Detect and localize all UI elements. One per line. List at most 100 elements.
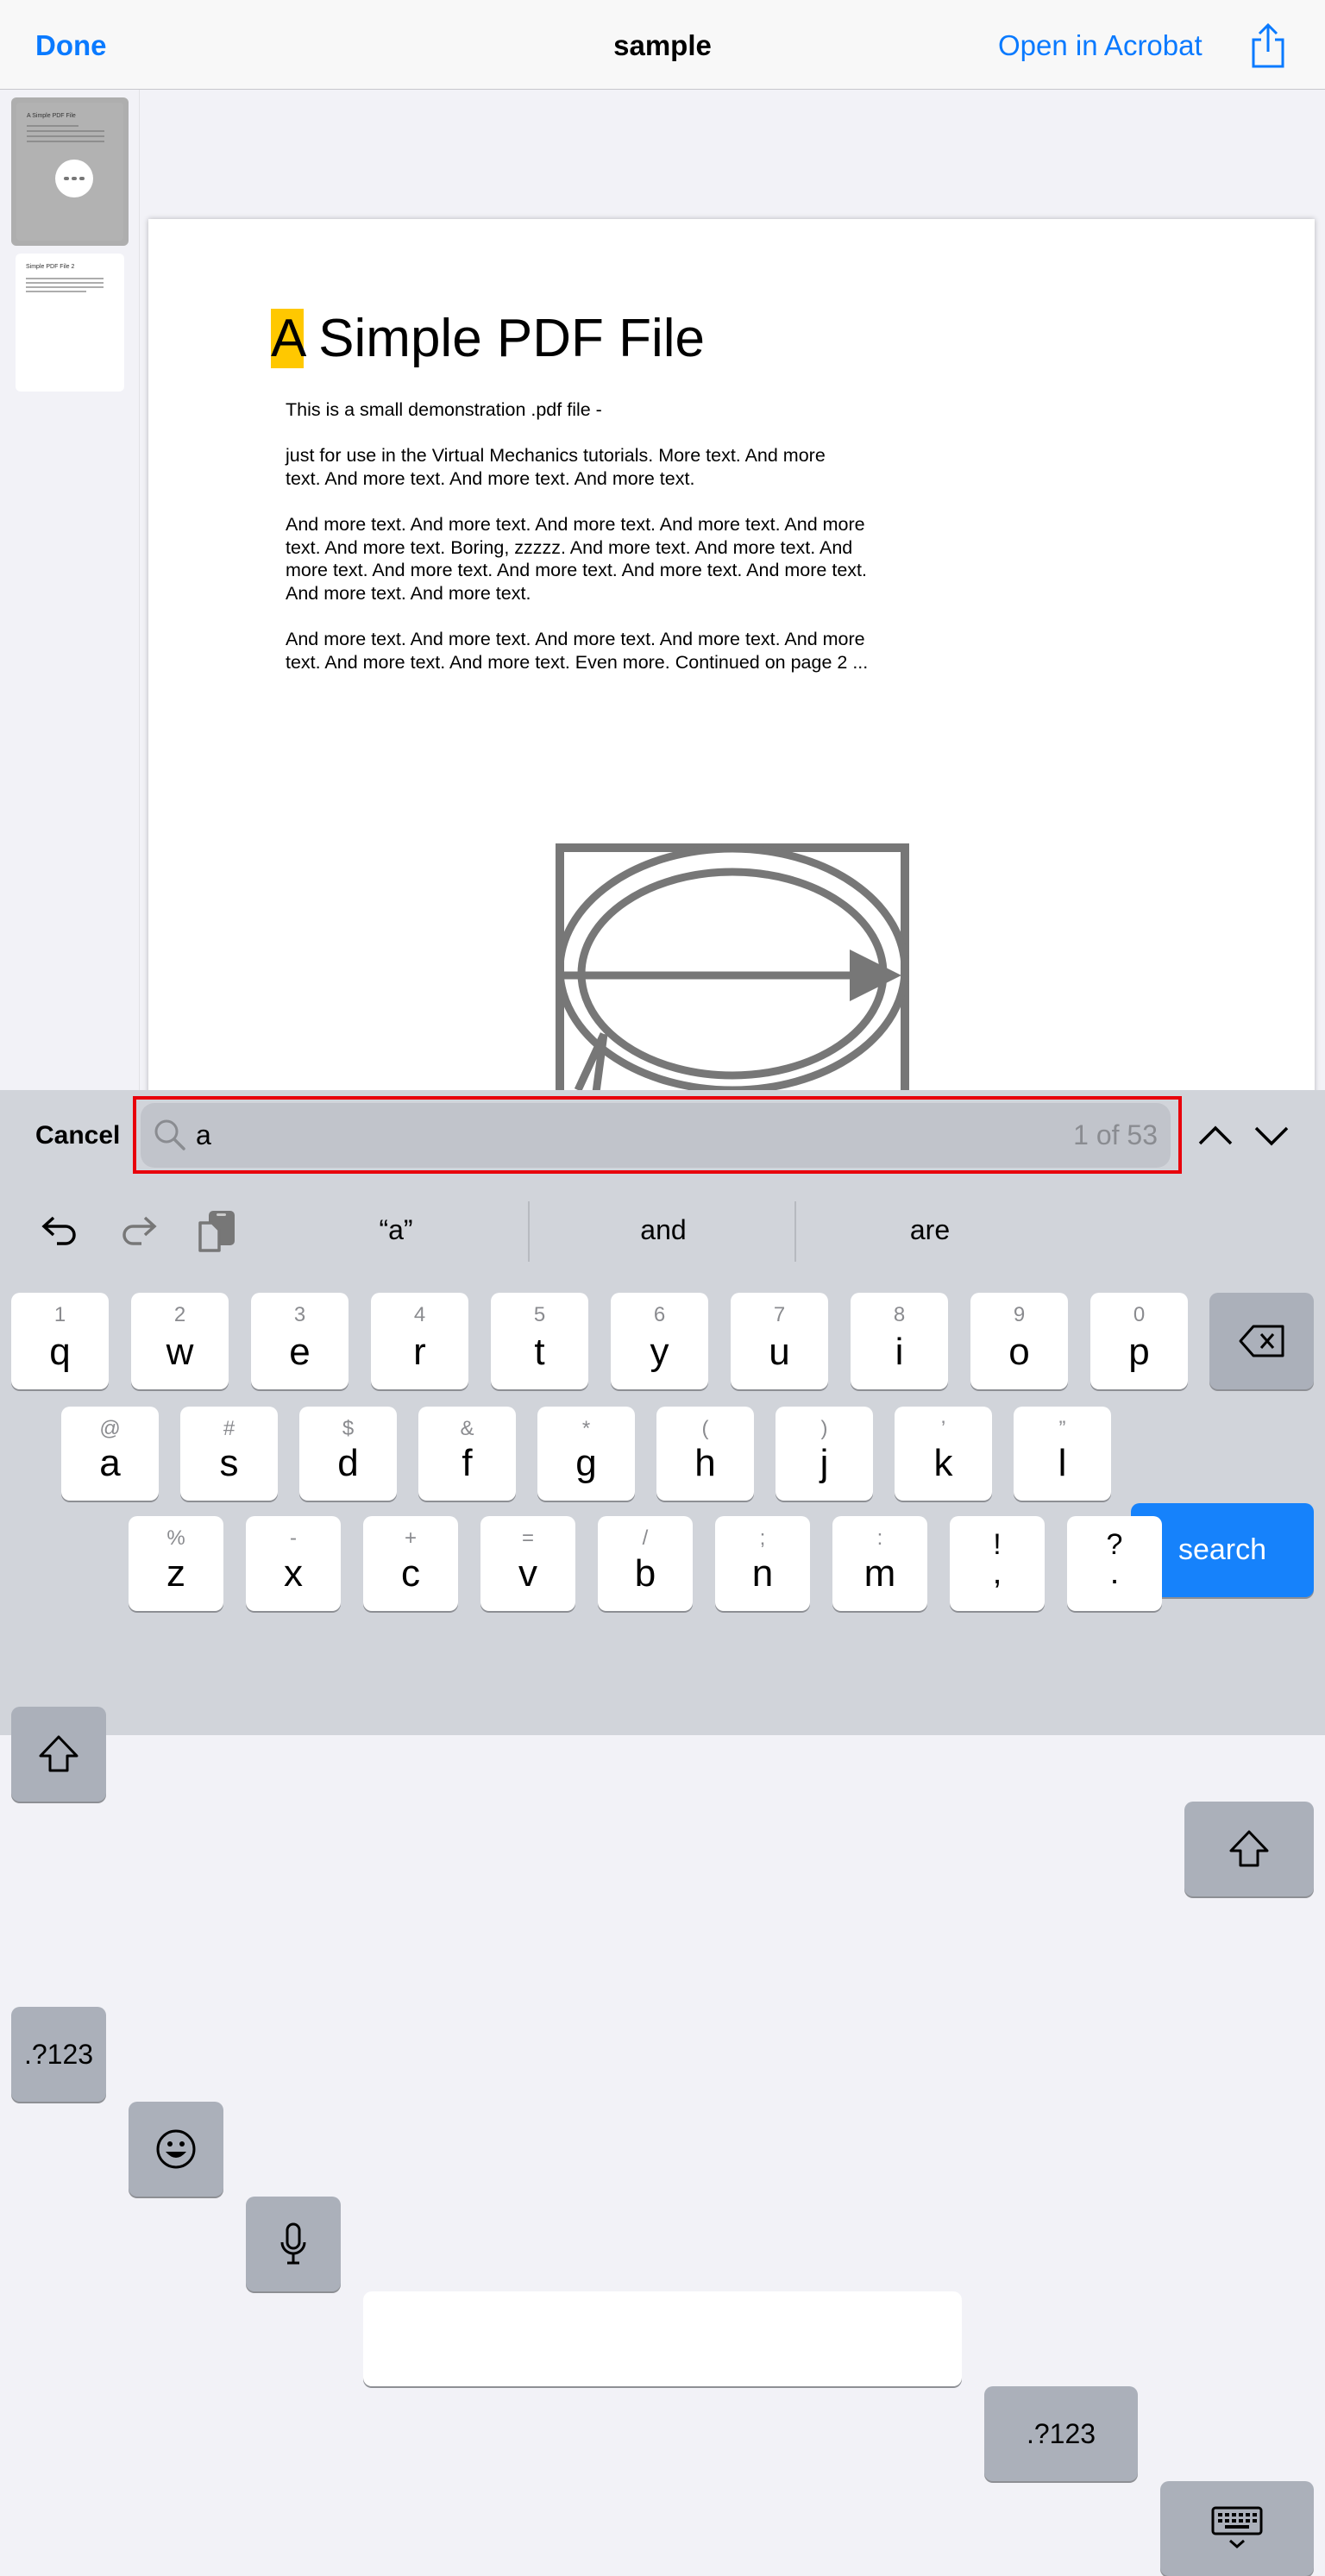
key-label: i	[895, 1331, 904, 1373]
key-s[interactable]: # s	[180, 1407, 278, 1501]
pdf-heading: A Simple PDF File	[271, 308, 705, 369]
shift-key-right[interactable]	[1184, 1802, 1314, 1896]
key-secondary-label: 3	[293, 1303, 306, 1326]
key-n[interactable]: ; n	[715, 1516, 810, 1611]
key-secondary-label: 7	[773, 1303, 786, 1326]
key-secondary-label: 8	[893, 1303, 906, 1326]
key-label: f	[462, 1442, 473, 1484]
key-c[interactable]: + c	[363, 1516, 458, 1611]
key-v[interactable]: = v	[480, 1516, 575, 1611]
key-p[interactable]: 0p	[1090, 1293, 1188, 1389]
key-secondary-label: 1	[53, 1303, 66, 1326]
key-label: l	[1058, 1442, 1067, 1484]
shift-icon	[1229, 1830, 1269, 1867]
search-icon	[154, 1119, 185, 1150]
key-a[interactable]: @ a	[61, 1407, 159, 1501]
clipboard-icon[interactable]	[197, 1209, 236, 1254]
match-count: 1 of 53	[1073, 1119, 1158, 1150]
shift-icon	[39, 1735, 78, 1772]
key-label: k	[933, 1442, 953, 1484]
keyboard-row-3: % z - x + c = v / b; n: m!,?.	[129, 1516, 1162, 1611]
pdf-body-text: This is a small demonstration .pdf file …	[286, 399, 869, 673]
key-h[interactable]: (h	[656, 1407, 754, 1501]
key-label: n	[751, 1552, 774, 1595]
key-j[interactable]: ) j	[776, 1407, 873, 1501]
key-i[interactable]: 8i	[851, 1293, 948, 1389]
find-query: a	[196, 1119, 211, 1150]
chevron-up-icon[interactable]	[1196, 1121, 1234, 1149]
key-label: z	[166, 1552, 185, 1595]
key-label: g	[575, 1442, 597, 1484]
more-options-icon[interactable]	[55, 160, 93, 197]
key-,[interactable]: !,	[950, 1516, 1045, 1611]
dismiss-keyboard-key[interactable]	[1160, 2481, 1314, 2576]
key-.[interactable]: ?.	[1067, 1516, 1162, 1611]
key-label: p	[1128, 1331, 1150, 1373]
key-l[interactable]: ” l	[1014, 1407, 1111, 1501]
key-secondary-label: #	[223, 1417, 235, 1440]
key-label: m	[863, 1552, 896, 1595]
key-secondary-label: *	[581, 1417, 591, 1440]
suggestion-divider	[528, 1201, 530, 1262]
thumbnail-title: Simple PDF File 2	[26, 264, 75, 270]
key-label: r	[413, 1331, 426, 1373]
key-y[interactable]: 6y	[611, 1293, 708, 1389]
suggestion-2[interactable]: and	[534, 1214, 793, 1246]
key-q[interactable]: 1q	[11, 1293, 109, 1389]
keyboard-dismiss-icon	[1211, 2506, 1263, 2548]
numbers-key-right[interactable]: .?123	[984, 2386, 1138, 2481]
key-secondary-label: 0	[1133, 1303, 1146, 1326]
key-e[interactable]: 3e	[251, 1293, 349, 1389]
key-k[interactable]: ’ k	[895, 1407, 992, 1501]
redo-icon[interactable]	[119, 1213, 157, 1250]
space-key[interactable]	[363, 2291, 962, 2386]
key-label: h	[694, 1442, 716, 1484]
emoji-key[interactable]	[129, 2102, 223, 2197]
dictation-key[interactable]	[246, 2197, 341, 2291]
key-secondary-label: 6	[653, 1303, 666, 1326]
key-secondary-label: /	[642, 1526, 649, 1550]
key-f[interactable]: & f	[418, 1407, 516, 1501]
top-bar: Done sample Open in Acrobat	[0, 0, 1325, 90]
key-secondary-label: ?	[1106, 1528, 1123, 1561]
suggestion-1[interactable]: “a”	[267, 1214, 525, 1246]
page-thumbnail-1[interactable]: A Simple PDF File	[11, 97, 129, 246]
key-secondary-label: +	[404, 1526, 417, 1550]
key-u[interactable]: 7u	[731, 1293, 828, 1389]
key-z[interactable]: % z	[129, 1516, 223, 1611]
key-x[interactable]: -x	[246, 1516, 341, 1611]
numbers-key-left[interactable]: .?123	[11, 2007, 106, 2102]
key-secondary-label: 9	[1013, 1303, 1026, 1326]
find-input-focus-outline	[133, 1096, 1182, 1174]
key-r[interactable]: 4r	[371, 1293, 468, 1389]
key-secondary-label: =	[521, 1526, 534, 1550]
key-w[interactable]: 2w	[131, 1293, 229, 1389]
key-label: e	[289, 1331, 311, 1373]
key-secondary-label: 2	[173, 1303, 186, 1326]
chevron-down-icon[interactable]	[1253, 1121, 1290, 1149]
key-label: d	[337, 1442, 359, 1484]
suggestion-3[interactable]: are	[801, 1214, 1059, 1246]
key-label: o	[1008, 1331, 1030, 1373]
key-secondary-label: ”	[1058, 1417, 1066, 1440]
open-in-acrobat-button[interactable]: Open in Acrobat	[998, 29, 1203, 62]
undo-icon[interactable]	[41, 1213, 79, 1250]
key-label: j	[819, 1442, 829, 1484]
cancel-button[interactable]: Cancel	[35, 1121, 120, 1150]
key-m[interactable]: :m	[832, 1516, 927, 1611]
key-b[interactable]: / b	[598, 1516, 693, 1611]
key-label: t	[534, 1331, 545, 1373]
key-secondary-label: :	[876, 1526, 883, 1550]
shift-key-left[interactable]	[11, 1707, 106, 1802]
backspace-key[interactable]	[1209, 1293, 1314, 1389]
key-secondary-label: 4	[413, 1303, 426, 1326]
page-thumbnail-2[interactable]: Simple PDF File 2	[16, 254, 124, 392]
microphone-icon	[280, 2222, 306, 2265]
key-o[interactable]: 9o	[970, 1293, 1068, 1389]
key-secondary-label: %	[166, 1526, 185, 1550]
key-t[interactable]: 5t	[491, 1293, 588, 1389]
share-icon[interactable]	[1249, 22, 1287, 69]
key-d[interactable]: $ d	[299, 1407, 397, 1501]
key-g[interactable]: * g	[537, 1407, 635, 1501]
pdf-heading-text: Simple PDF File	[303, 309, 706, 368]
